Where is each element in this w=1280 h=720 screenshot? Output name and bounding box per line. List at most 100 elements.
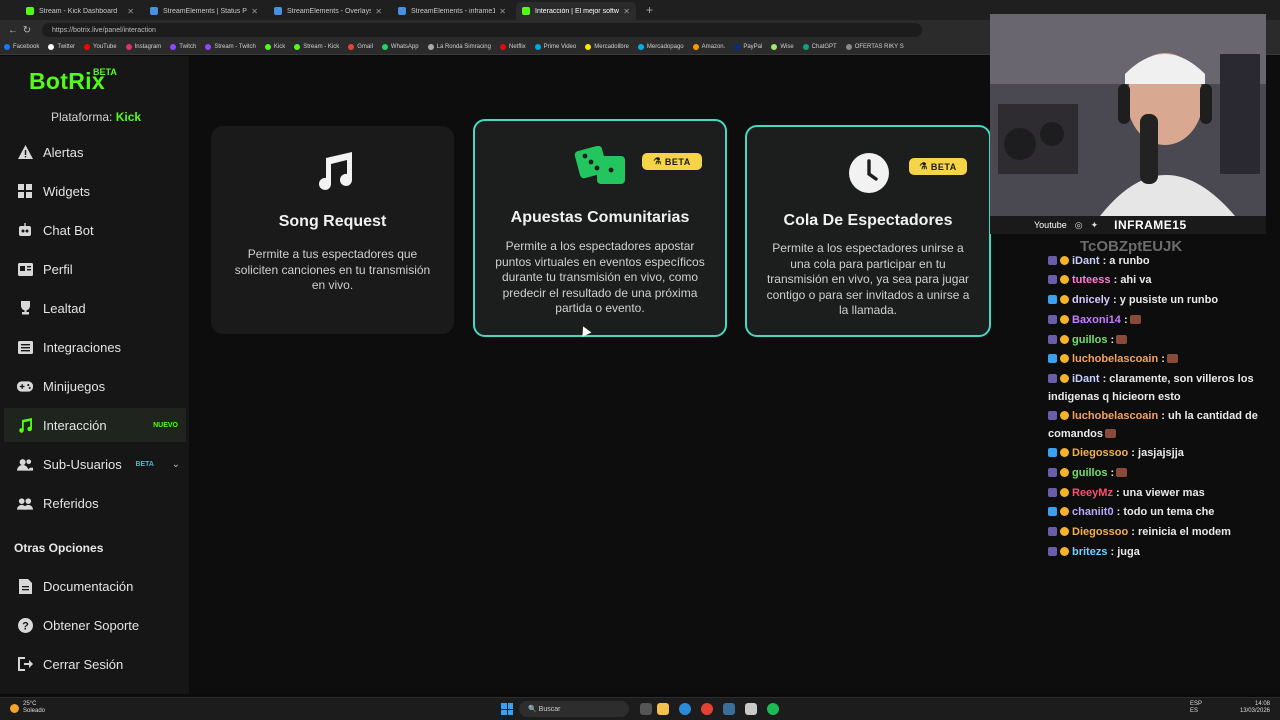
bookmark-item[interactable]: Twitch — [170, 44, 196, 50]
close-tab-icon[interactable]: ✕ — [623, 7, 630, 16]
chat-text: : — [1123, 314, 1128, 326]
chat-text: : reinicia el modem — [1131, 526, 1231, 538]
sub-badge-icon — [1060, 448, 1069, 457]
chrome-icon[interactable] — [701, 703, 713, 715]
close-tab-icon[interactable]: ✕ — [127, 7, 134, 16]
windows-taskbar: 25°C Soleado 🔍 Buscar ESP ES 14:08 13/03/20… — [0, 697, 1280, 720]
steam-icon[interactable] — [723, 703, 735, 715]
botrix-favicon-icon — [522, 7, 530, 15]
back-arrow-icon[interactable]: ← — [6, 25, 20, 36]
bookmark-favicon-icon — [381, 44, 388, 50]
browser-tab[interactable]: Stream - Kick Dashboard ✕ — [20, 2, 140, 20]
bookmark-item[interactable]: PayPal — [734, 44, 762, 50]
chat-message: luchobelascoain : — [1048, 351, 1260, 369]
weather-widget[interactable]: 25°C Soleado — [10, 701, 45, 715]
bookmark-item[interactable]: Amazon. — [692, 44, 725, 50]
sidebar-item-label: Minijuegos — [43, 378, 106, 394]
logout-icon — [17, 656, 33, 672]
card-title: Song Request — [278, 213, 387, 230]
close-tab-icon[interactable]: ✕ — [251, 7, 258, 16]
browser-tab-active[interactable]: Interacción | El mejor software pa✕ — [516, 2, 636, 20]
bookmark-item[interactable]: OFERTAS RIKY S — [845, 44, 904, 50]
spotify-icon[interactable] — [767, 703, 779, 715]
bookmark-item[interactable]: YouTube — [84, 44, 117, 50]
browser-tab[interactable]: StreamElements - Overlays ✕ — [268, 2, 388, 20]
sidebar-item-integraciones[interactable]: Integraciones — [4, 330, 186, 364]
emote-icon — [1166, 354, 1178, 363]
sidebar-item-chat-bot[interactable]: Chat Bot — [4, 213, 186, 247]
sidebar-item-widgets[interactable]: Widgets — [4, 174, 186, 208]
apuestas-comunitarias-card[interactable]: ⚗ BETA Apuestas Comunitarias Permite a l… — [473, 119, 727, 337]
reload-icon[interactable]: ↻ — [20, 25, 34, 36]
bookmark-item[interactable]: La Ronda Simracing — [427, 44, 491, 50]
chat-message: iDant : claramente, son villeros los ind… — [1048, 371, 1260, 406]
sidebar-item-cerrar-sesion[interactable]: Cerrar Sesión — [4, 647, 186, 681]
chat-username: luchobelascoain — [1072, 353, 1159, 365]
bookmark-item[interactable]: ChatGPT — [802, 44, 837, 50]
user-badge-icon — [1048, 315, 1057, 324]
bookmark-item[interactable]: Instagram — [125, 44, 161, 50]
sub-badge-icon — [1060, 295, 1069, 304]
sidebar-item-label: Interacción — [43, 417, 107, 433]
new-badge: NUEVO — [153, 421, 178, 429]
bookmark-favicon-icon — [534, 44, 541, 50]
sidebar-item-label: Chat Bot — [43, 222, 94, 238]
url-input[interactable]: https://botrix.live/panel/interaction — [42, 23, 922, 37]
bookmark-favicon-icon — [125, 44, 132, 50]
sidebar-item-documentacion[interactable]: Documentación — [4, 569, 186, 603]
language-indicator[interactable]: ESP ES — [1190, 701, 1202, 715]
sidebar-item-obtener-soporte[interactable]: ? Obtener Soporte — [4, 608, 186, 642]
sidebar-item-interaccion[interactable]: Interacción NUEVO — [4, 408, 186, 442]
bookmark-favicon-icon — [427, 44, 434, 50]
close-tab-icon[interactable]: ✕ — [375, 7, 382, 16]
edge-icon[interactable] — [679, 703, 691, 715]
taskbar-search[interactable]: 🔍 Buscar — [519, 701, 629, 717]
sidebar-item-perfil[interactable]: Perfil — [4, 252, 186, 286]
bookmark-item[interactable]: Twitter — [48, 44, 75, 50]
sidebar-item-label: Sub-Usuarios — [43, 456, 122, 472]
file-explorer-icon[interactable] — [657, 703, 669, 715]
bookmark-item[interactable]: Gmail — [348, 44, 373, 50]
new-tab-button[interactable]: + — [640, 2, 659, 20]
sidebar-item-label: Integraciones — [43, 339, 122, 355]
browser-tab[interactable]: StreamElements | Status Page✕ — [144, 2, 264, 20]
sidebar-item-sub-usuarios[interactable]: Sub-Usuarios BETA ⌄ — [4, 447, 186, 481]
bookmark-item[interactable]: Kick — [264, 44, 285, 50]
browser-tab[interactable]: StreamElements - inframe15 ✕ — [392, 2, 512, 20]
windows-start-icon[interactable] — [501, 703, 513, 715]
bookmark-item[interactable]: Mercadopago — [637, 44, 684, 50]
sub-badge-icon — [1060, 315, 1069, 324]
cola-de-espectadores-card[interactable]: ⚗ BETA Cola De Espectadores Permite a lo… — [745, 125, 991, 337]
sidebar-item-label: Perfil — [43, 261, 73, 277]
task-view-icon[interactable] — [640, 703, 652, 715]
svg-text:?: ? — [22, 620, 29, 632]
bookmark-item[interactable]: Netflix — [499, 44, 526, 50]
id-card-icon — [17, 261, 33, 277]
grid-icon — [17, 183, 33, 199]
bookmark-item[interactable]: Stream - Kick — [294, 44, 339, 50]
sidebar-item-lealtad[interactable]: Lealtad — [4, 291, 186, 325]
close-tab-icon[interactable]: ✕ — [499, 7, 506, 16]
sidebar-item-alertas[interactable]: Alertas — [4, 135, 186, 169]
card-title: Cola De Espectadores — [783, 212, 953, 229]
obs-icon[interactable] — [745, 703, 757, 715]
bookmark-item[interactable]: Facebook — [4, 44, 39, 50]
user-badge-icon — [1048, 335, 1057, 344]
song-request-card[interactable]: Song Request Permite a tus espectadores … — [211, 126, 454, 334]
bookmark-favicon-icon — [205, 44, 212, 50]
chat-username: tuteess — [1072, 274, 1111, 286]
sidebar-item-minijuegos[interactable]: Minijuegos — [4, 369, 186, 403]
bookmark-item[interactable]: WhatsApp — [381, 44, 419, 50]
music-note-icon — [319, 152, 352, 190]
clock[interactable]: 14:08 13/03/2026 — [1240, 701, 1270, 715]
bookmark-item[interactable]: Prime Video — [534, 44, 576, 50]
bookmark-item[interactable]: Mercadolibre — [585, 44, 629, 50]
chevron-down-icon[interactable]: ⌄ — [172, 459, 180, 470]
bookmark-item[interactable]: Wise — [771, 44, 794, 50]
bookmark-item[interactable]: Stream - Twitch — [205, 44, 256, 50]
chat-text: : a runbo — [1102, 255, 1150, 267]
chat-username: guillos — [1072, 467, 1108, 479]
sidebar-item-referidos[interactable]: Referidos — [4, 486, 186, 520]
kick-favicon-icon — [26, 7, 34, 15]
chat-message: dnicely : y pusiste un runbo — [1048, 292, 1260, 310]
